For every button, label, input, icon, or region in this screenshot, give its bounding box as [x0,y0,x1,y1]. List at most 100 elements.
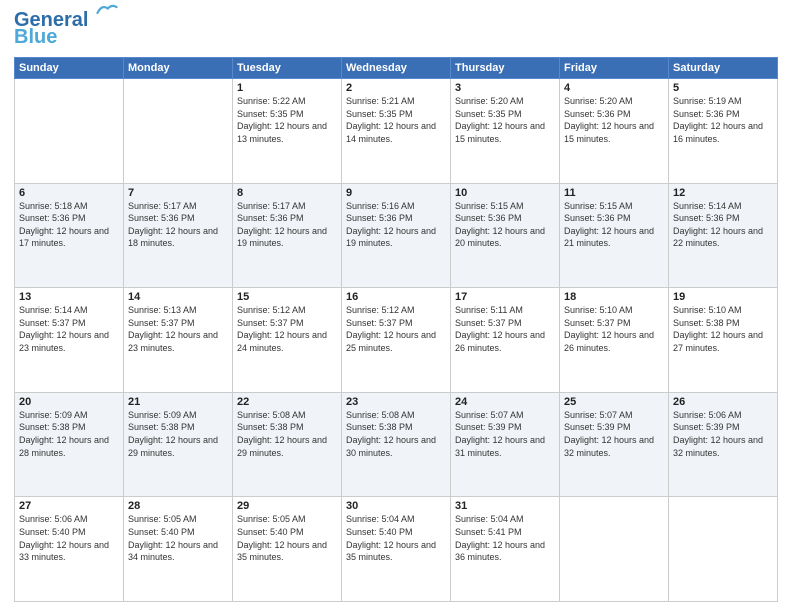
day-info: Sunrise: 5:08 AM Sunset: 5:38 PM Dayligh… [346,409,446,459]
day-info: Sunrise: 5:10 AM Sunset: 5:38 PM Dayligh… [673,304,773,354]
day-number: 31 [455,500,555,512]
logo: General Blue [14,10,118,49]
day-info: Sunrise: 5:07 AM Sunset: 5:39 PM Dayligh… [564,409,664,459]
calendar-week-2: 6Sunrise: 5:18 AM Sunset: 5:36 PM Daylig… [15,183,778,288]
calendar-cell [560,497,669,602]
day-info: Sunrise: 5:11 AM Sunset: 5:37 PM Dayligh… [455,304,555,354]
day-info: Sunrise: 5:22 AM Sunset: 5:35 PM Dayligh… [237,95,337,145]
day-info: Sunrise: 5:19 AM Sunset: 5:36 PM Dayligh… [673,95,773,145]
day-number: 3 [455,82,555,94]
day-number: 27 [19,500,119,512]
day-number: 24 [455,396,555,408]
day-info: Sunrise: 5:07 AM Sunset: 5:39 PM Dayligh… [455,409,555,459]
day-info: Sunrise: 5:09 AM Sunset: 5:38 PM Dayligh… [128,409,228,459]
calendar-cell: 7Sunrise: 5:17 AM Sunset: 5:36 PM Daylig… [124,183,233,288]
day-number: 21 [128,396,228,408]
day-info: Sunrise: 5:10 AM Sunset: 5:37 PM Dayligh… [564,304,664,354]
calendar-cell: 18Sunrise: 5:10 AM Sunset: 5:37 PM Dayli… [560,288,669,393]
weekday-header-saturday: Saturday [669,58,778,79]
calendar-cell: 3Sunrise: 5:20 AM Sunset: 5:35 PM Daylig… [451,79,560,184]
calendar-cell: 8Sunrise: 5:17 AM Sunset: 5:36 PM Daylig… [233,183,342,288]
day-info: Sunrise: 5:04 AM Sunset: 5:41 PM Dayligh… [455,513,555,563]
calendar-cell: 26Sunrise: 5:06 AM Sunset: 5:39 PM Dayli… [669,392,778,497]
calendar-cell: 30Sunrise: 5:04 AM Sunset: 5:40 PM Dayli… [342,497,451,602]
weekday-header-friday: Friday [560,58,669,79]
day-info: Sunrise: 5:05 AM Sunset: 5:40 PM Dayligh… [128,513,228,563]
calendar-cell: 19Sunrise: 5:10 AM Sunset: 5:38 PM Dayli… [669,288,778,393]
calendar-cell: 5Sunrise: 5:19 AM Sunset: 5:36 PM Daylig… [669,79,778,184]
calendar-cell: 11Sunrise: 5:15 AM Sunset: 5:36 PM Dayli… [560,183,669,288]
header: General Blue [14,10,778,49]
day-info: Sunrise: 5:18 AM Sunset: 5:36 PM Dayligh… [19,200,119,250]
logo-blue: Blue [14,26,57,49]
calendar-cell: 31Sunrise: 5:04 AM Sunset: 5:41 PM Dayli… [451,497,560,602]
day-number: 26 [673,396,773,408]
day-number: 22 [237,396,337,408]
day-info: Sunrise: 5:09 AM Sunset: 5:38 PM Dayligh… [19,409,119,459]
weekday-header-thursday: Thursday [451,58,560,79]
weekday-header-wednesday: Wednesday [342,58,451,79]
calendar-cell: 2Sunrise: 5:21 AM Sunset: 5:35 PM Daylig… [342,79,451,184]
day-info: Sunrise: 5:17 AM Sunset: 5:36 PM Dayligh… [128,200,228,250]
day-info: Sunrise: 5:20 AM Sunset: 5:35 PM Dayligh… [455,95,555,145]
calendar-cell: 10Sunrise: 5:15 AM Sunset: 5:36 PM Dayli… [451,183,560,288]
day-number: 29 [237,500,337,512]
day-info: Sunrise: 5:21 AM Sunset: 5:35 PM Dayligh… [346,95,446,145]
day-info: Sunrise: 5:12 AM Sunset: 5:37 PM Dayligh… [237,304,337,354]
day-number: 15 [237,291,337,303]
calendar-cell: 4Sunrise: 5:20 AM Sunset: 5:36 PM Daylig… [560,79,669,184]
calendar-cell: 1Sunrise: 5:22 AM Sunset: 5:35 PM Daylig… [233,79,342,184]
day-info: Sunrise: 5:15 AM Sunset: 5:36 PM Dayligh… [564,200,664,250]
day-number: 10 [455,187,555,199]
calendar-cell: 14Sunrise: 5:13 AM Sunset: 5:37 PM Dayli… [124,288,233,393]
day-number: 18 [564,291,664,303]
calendar-cell: 17Sunrise: 5:11 AM Sunset: 5:37 PM Dayli… [451,288,560,393]
weekday-header-sunday: Sunday [15,58,124,79]
day-info: Sunrise: 5:13 AM Sunset: 5:37 PM Dayligh… [128,304,228,354]
calendar-cell [669,497,778,602]
day-info: Sunrise: 5:20 AM Sunset: 5:36 PM Dayligh… [564,95,664,145]
calendar-cell [124,79,233,184]
calendar-cell: 28Sunrise: 5:05 AM Sunset: 5:40 PM Dayli… [124,497,233,602]
day-number: 8 [237,187,337,199]
calendar-week-1: 1Sunrise: 5:22 AM Sunset: 5:35 PM Daylig… [15,79,778,184]
calendar-week-3: 13Sunrise: 5:14 AM Sunset: 5:37 PM Dayli… [15,288,778,393]
day-number: 9 [346,187,446,199]
day-info: Sunrise: 5:17 AM Sunset: 5:36 PM Dayligh… [237,200,337,250]
weekday-header-monday: Monday [124,58,233,79]
day-info: Sunrise: 5:08 AM Sunset: 5:38 PM Dayligh… [237,409,337,459]
calendar-cell: 24Sunrise: 5:07 AM Sunset: 5:39 PM Dayli… [451,392,560,497]
calendar-cell: 22Sunrise: 5:08 AM Sunset: 5:38 PM Dayli… [233,392,342,497]
calendar-cell: 23Sunrise: 5:08 AM Sunset: 5:38 PM Dayli… [342,392,451,497]
day-number: 1 [237,82,337,94]
calendar-cell: 25Sunrise: 5:07 AM Sunset: 5:39 PM Dayli… [560,392,669,497]
day-number: 7 [128,187,228,199]
day-number: 12 [673,187,773,199]
day-number: 4 [564,82,664,94]
calendar-cell: 29Sunrise: 5:05 AM Sunset: 5:40 PM Dayli… [233,497,342,602]
day-number: 13 [19,291,119,303]
calendar-cell: 20Sunrise: 5:09 AM Sunset: 5:38 PM Dayli… [15,392,124,497]
day-number: 16 [346,291,446,303]
calendar-cell: 21Sunrise: 5:09 AM Sunset: 5:38 PM Dayli… [124,392,233,497]
day-number: 19 [673,291,773,303]
calendar-table: SundayMondayTuesdayWednesdayThursdayFrid… [14,57,778,602]
calendar-cell: 12Sunrise: 5:14 AM Sunset: 5:36 PM Dayli… [669,183,778,288]
calendar-cell: 13Sunrise: 5:14 AM Sunset: 5:37 PM Dayli… [15,288,124,393]
day-number: 14 [128,291,228,303]
weekday-header-row: SundayMondayTuesdayWednesdayThursdayFrid… [15,58,778,79]
calendar-cell: 9Sunrise: 5:16 AM Sunset: 5:36 PM Daylig… [342,183,451,288]
page: General Blue SundayMondayTuesdayWednesda… [0,0,792,612]
day-info: Sunrise: 5:16 AM Sunset: 5:36 PM Dayligh… [346,200,446,250]
day-number: 28 [128,500,228,512]
calendar-cell: 27Sunrise: 5:06 AM Sunset: 5:40 PM Dayli… [15,497,124,602]
day-number: 17 [455,291,555,303]
day-number: 23 [346,396,446,408]
day-info: Sunrise: 5:06 AM Sunset: 5:40 PM Dayligh… [19,513,119,563]
day-info: Sunrise: 5:15 AM Sunset: 5:36 PM Dayligh… [455,200,555,250]
day-number: 6 [19,187,119,199]
day-number: 5 [673,82,773,94]
day-number: 20 [19,396,119,408]
weekday-header-tuesday: Tuesday [233,58,342,79]
calendar-week-4: 20Sunrise: 5:09 AM Sunset: 5:38 PM Dayli… [15,392,778,497]
